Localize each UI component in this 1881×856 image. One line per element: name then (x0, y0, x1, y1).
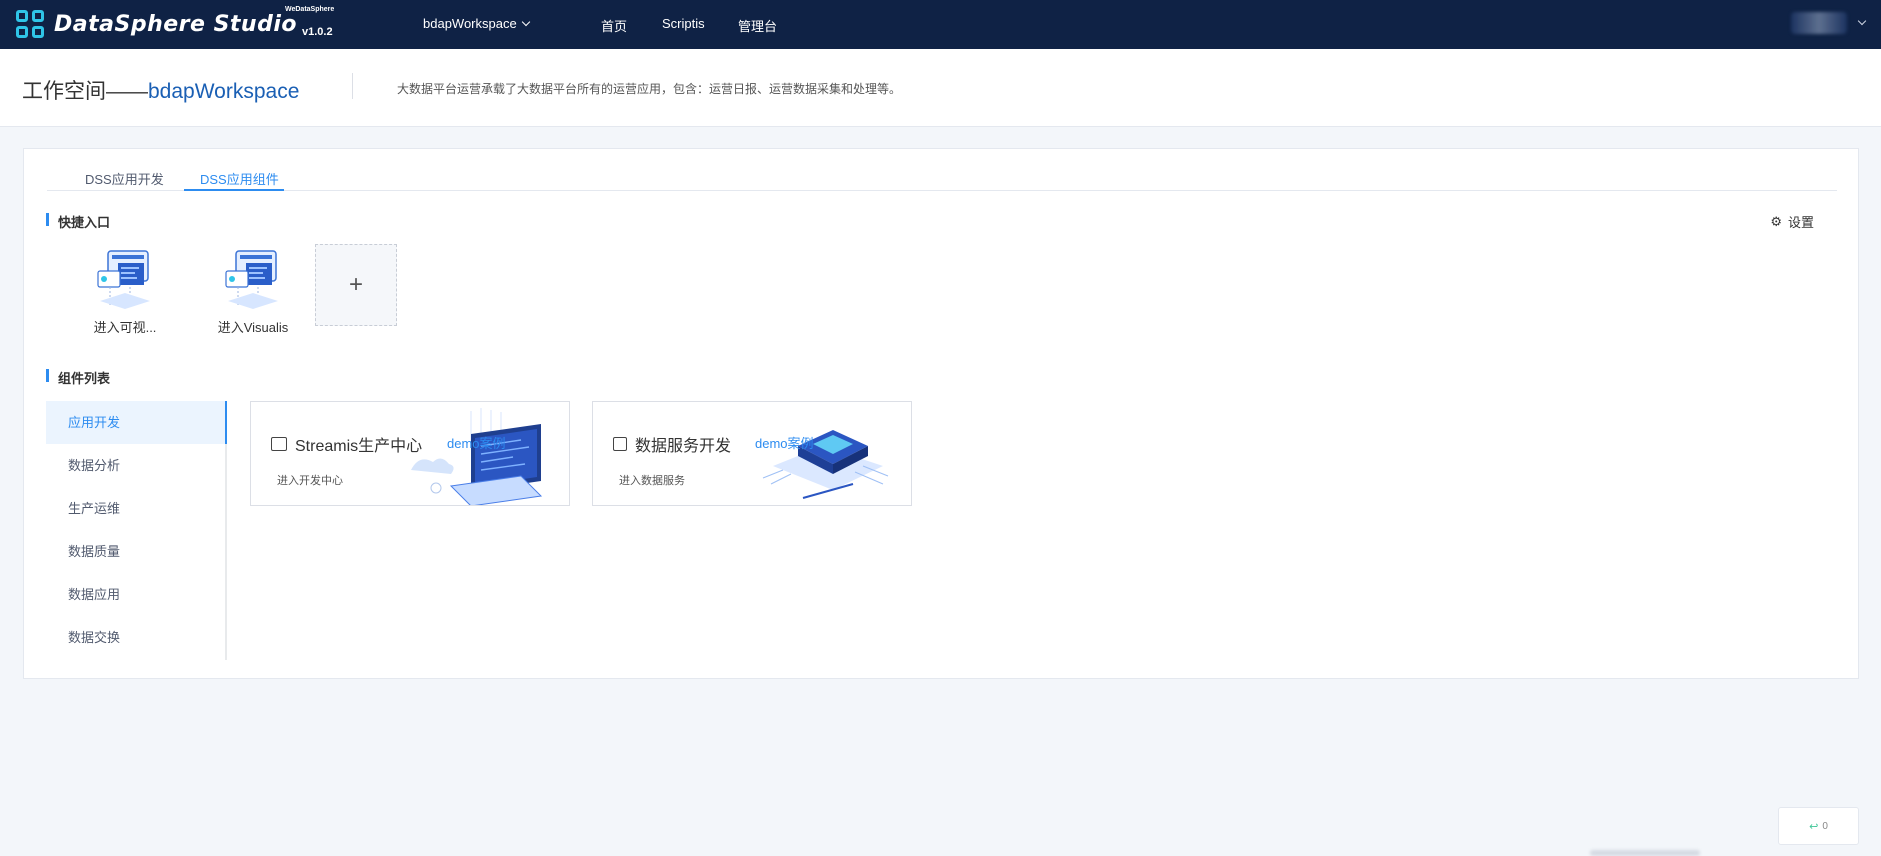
page-title-prefix: 工作空间—— (22, 80, 148, 103)
laptop-illustration-icon (411, 408, 543, 505)
return-arrow-icon: ↩ (1809, 820, 1819, 833)
footer-text-blurred (1590, 850, 1700, 856)
component-list-title: 组件列表 (46, 368, 110, 387)
nav-admin[interactable]: 管理台 (738, 16, 777, 35)
chip-icon (613, 437, 627, 451)
workspace-selector[interactable]: bdapWorkspace (423, 16, 530, 31)
nav-home[interactable]: 首页 (601, 16, 627, 35)
quick-entry-title: 快捷入口 (46, 212, 110, 231)
app-version: v1.0.2 (302, 26, 333, 38)
tab-dss-app-dev[interactable]: DSS应用开发 (85, 169, 164, 191)
floating-counter-button[interactable]: ↩ 0 (1778, 807, 1859, 845)
chevron-down-icon (1857, 16, 1867, 26)
cpu-illustration-icon (762, 430, 889, 499)
card-title: Streamis生产中心 (295, 438, 423, 455)
component-card-streamis[interactable]: Streamis生产中心 demo案例 进入开发中心 (250, 401, 570, 506)
menu-item-data-application[interactable]: 数据应用 (46, 573, 225, 616)
add-quick-entry-button[interactable]: + (315, 244, 397, 326)
logo-superscript: WeDataSphere (285, 6, 335, 13)
component-card-data-service[interactable]: 数据服务开发 demo案例 进入数据服务 (592, 401, 912, 506)
active-tab-indicator (184, 189, 284, 191)
demo-link[interactable]: demo案例 (447, 433, 506, 452)
settings-button[interactable]: ⚙ 设置 (1770, 212, 1814, 231)
component-category-menu: 应用开发 数据分析 生产运维 数据质量 数据应用 数据交换 (46, 401, 227, 660)
header-divider (352, 73, 353, 99)
card-header: 数据服务开发 (613, 432, 731, 456)
gear-icon: ⚙ (1770, 213, 1782, 229)
menu-item-data-quality[interactable]: 数据质量 (46, 530, 225, 573)
logo-text: DataSphere Studio (54, 11, 298, 37)
settings-label: 设置 (1787, 215, 1814, 230)
code-window-icon (271, 437, 287, 451)
chevron-down-icon (521, 17, 530, 26)
menu-item-production-ops[interactable]: 生产运维 (46, 487, 225, 530)
card-subtitle: 进入数据服务 (619, 475, 685, 487)
card-title: 数据服务开发 (635, 438, 732, 455)
top-navbar: DataSphere Studio WeDataSphere v1.0.2 bd… (0, 0, 1881, 49)
main-panel: DSS应用开发 DSS应用组件 快捷入口 ⚙ 设置 进入可视... 进入Visu… (23, 148, 1859, 679)
card-header: Streamis生产中心 (271, 432, 422, 456)
workspace-description: 大数据平台运营承载了大数据平台所有的运营应用，包含：运营日报、运营数据采集和处理… (397, 82, 902, 96)
menu-item-app-dev[interactable]: 应用开发 (46, 401, 227, 444)
card-subtitle: 进入开发中心 (277, 475, 343, 487)
menu-item-data-analysis[interactable]: 数据分析 (46, 444, 225, 487)
workspace-name: bdapWorkspace (148, 80, 300, 103)
user-menu[interactable] (1791, 12, 1867, 34)
demo-link[interactable]: demo案例 (755, 433, 814, 452)
quick-entry-item[interactable]: 进入Visualis (203, 245, 303, 336)
visualization-icon (90, 245, 160, 315)
tab-bar: DSS应用开发 DSS应用组件 (47, 163, 1837, 191)
menu-item-data-exchange[interactable]: 数据交换 (46, 616, 225, 659)
quick-entry-item[interactable]: 进入可视... (75, 245, 175, 336)
workspace-selector-label: bdapWorkspace (423, 16, 517, 31)
visualization-icon (218, 245, 288, 315)
quick-entry-label: 进入可视... (93, 320, 157, 335)
page-title: 工作空间——bdapWorkspace (22, 75, 299, 105)
app-logo[interactable]: DataSphere Studio (16, 10, 297, 38)
nav-scriptis[interactable]: Scriptis (662, 16, 705, 31)
avatar (1791, 12, 1847, 34)
floating-counter-value: 0 (1822, 820, 1828, 832)
quick-entry-label: 进入Visualis (217, 320, 289, 335)
tab-dss-app-components[interactable]: DSS应用组件 (200, 169, 279, 191)
logo-grid-icon (16, 10, 44, 38)
plus-icon: + (348, 271, 363, 298)
workspace-header: 工作空间——bdapWorkspace 大数据平台运营承载了大数据平台所有的运营… (0, 49, 1881, 127)
